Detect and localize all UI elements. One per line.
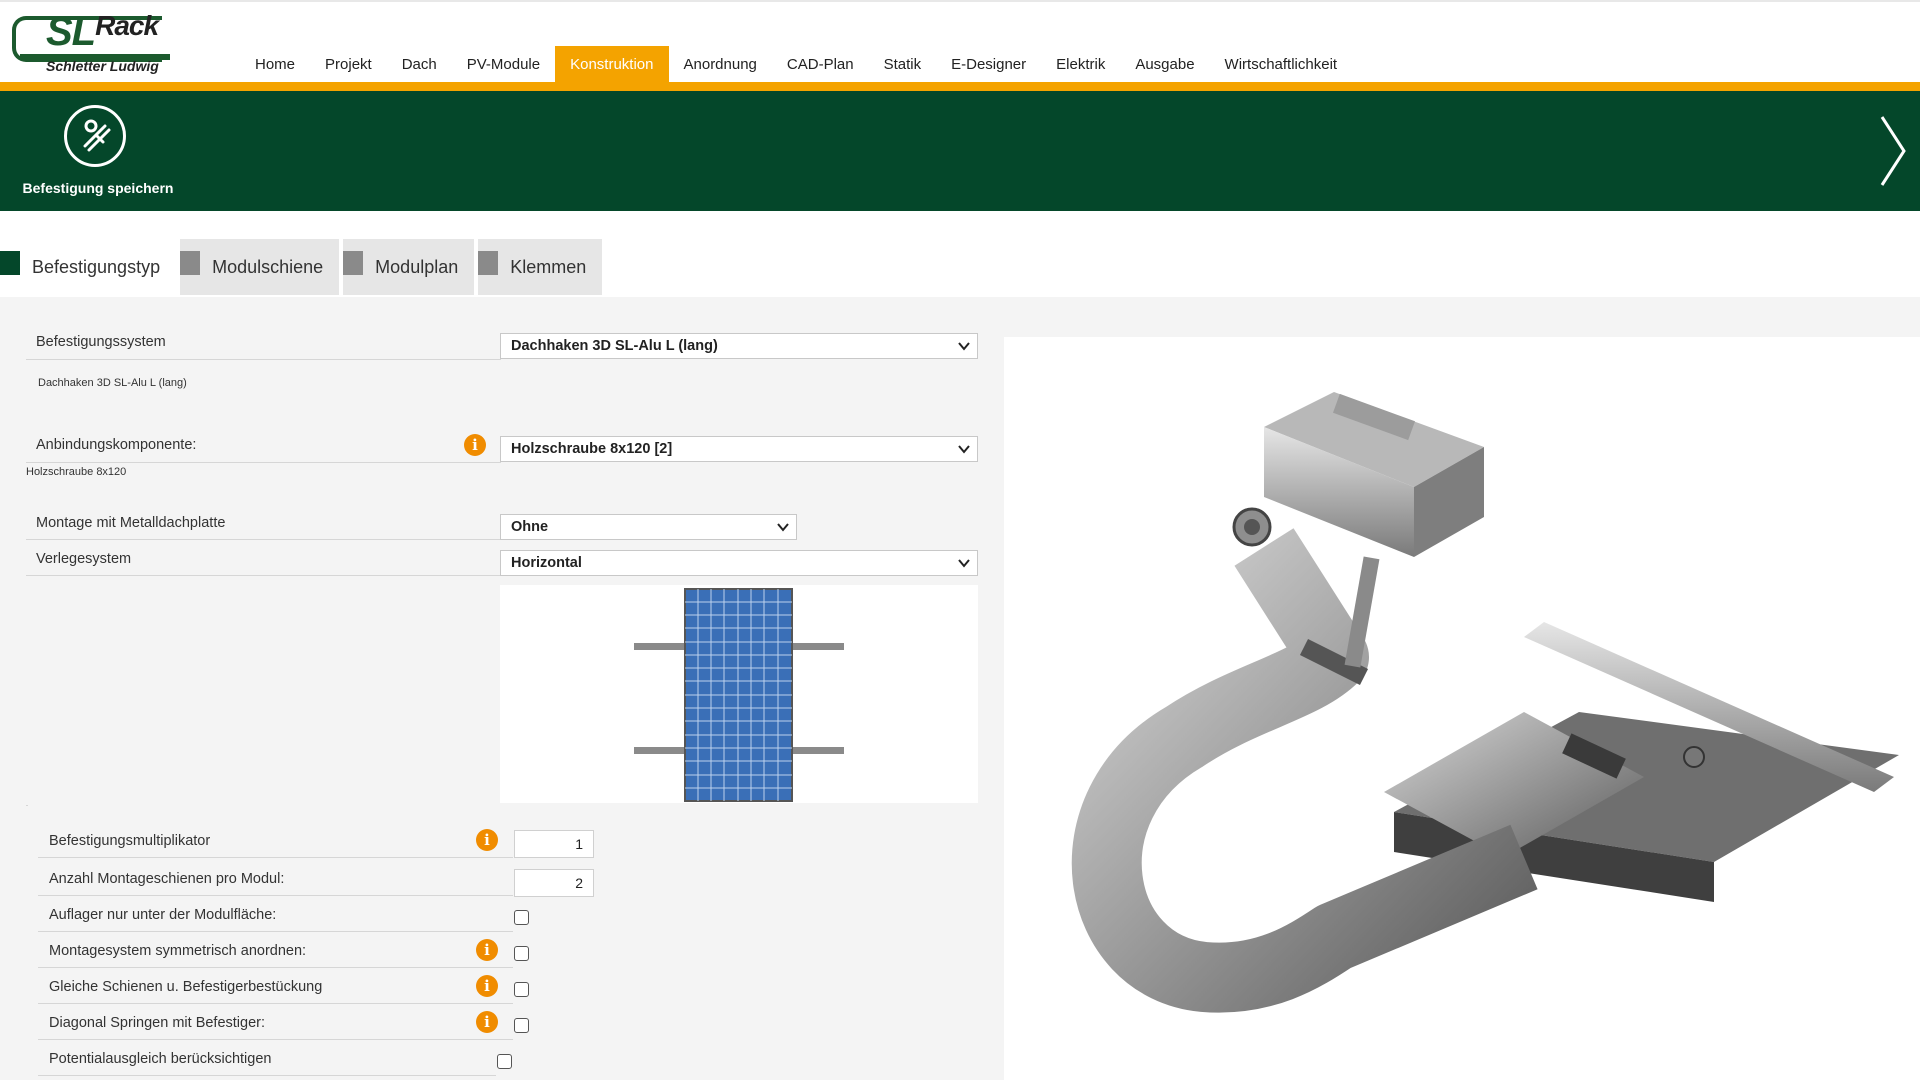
gleiche-schienen-info-icon[interactable]: i (476, 975, 498, 997)
row-divider (26, 539, 501, 540)
tab-modulschiene[interactable]: Modulschiene (180, 239, 340, 295)
anbindung-note: Holzschraube 8x120 (26, 466, 127, 478)
tab-modulplan[interactable]: Modulplan (343, 239, 475, 295)
anbindung-label: Anbindungskomponente: (36, 437, 197, 453)
form-content: Befestigungssystem Dachhaken 3D SL-Alu L… (0, 297, 1920, 1080)
check-label-symmetrisch: Montagesystem symmetrisch anordnen: (49, 943, 307, 959)
save-fastening-label: Befestigung speichern (22, 180, 174, 196)
anbindung-info-icon[interactable]: i (464, 434, 486, 456)
row-divider (38, 931, 513, 932)
row-divider (38, 895, 513, 896)
metalldach-label: Montage mit Metalldachplatte (36, 515, 226, 531)
multiplikator-label: Befestigungsmultiplikator (49, 833, 211, 849)
slrack-logo[interactable]: SLRack Schletter Ludwig (10, 10, 175, 78)
action-banner: Befestigung speichern (0, 91, 1920, 211)
symmetrisch-info-icon[interactable]: i (476, 939, 498, 961)
anzahl-schienen-input[interactable]: 2 (514, 869, 594, 897)
product-image-roof-hook (1004, 337, 1920, 1080)
chevron-right-icon[interactable] (1876, 113, 1910, 189)
gleiche-schienen-checkbox[interactable] (514, 982, 529, 997)
row-divider (26, 462, 501, 463)
chevron-down-icon (777, 523, 789, 532)
nav-ausgabe[interactable]: Ausgabe (1120, 46, 1209, 84)
row-divider (26, 359, 501, 360)
nav-wirtschaftlichkeit[interactable]: Wirtschaftlichkeit (1210, 46, 1353, 84)
nav-elektrik[interactable]: Elektrik (1041, 46, 1120, 84)
row-divider (38, 857, 513, 858)
chevron-down-icon (958, 559, 970, 568)
nav-projekt[interactable]: Projekt (310, 46, 387, 84)
nav-home[interactable]: Home (240, 46, 310, 84)
save-fastening-button[interactable]: Befestigung speichern (18, 103, 178, 203)
tab-befestigungstyp[interactable]: Befestigungstyp (0, 239, 177, 295)
nav-pv-module[interactable]: PV-Module (452, 46, 555, 84)
app-header: SLRack Schletter Ludwig Home Projekt Dac… (0, 0, 1920, 84)
verlegesystem-select[interactable]: Horizontal (500, 550, 978, 576)
row-divider (38, 1003, 513, 1004)
auflager-checkbox[interactable] (514, 910, 529, 925)
diagonal-checkbox[interactable] (514, 1018, 529, 1033)
sub-tabs: Befestigungstyp Modulschiene Modulplan K… (0, 239, 606, 295)
row-divider (38, 1075, 496, 1076)
multiplikator-input[interactable]: 1 (514, 830, 594, 858)
row-divider (26, 575, 501, 576)
metalldach-select[interactable]: Ohne (500, 514, 797, 540)
befestigungssystem-label: Befestigungssystem (36, 334, 166, 350)
tab-klemmen[interactable]: Klemmen (478, 239, 603, 295)
verlegesystem-preview (500, 585, 978, 803)
main-nav: Home Projekt Dach PV-Module Konstruktion… (240, 46, 1352, 84)
symmetrisch-checkbox[interactable] (514, 946, 529, 961)
row-divider (26, 805, 28, 806)
row-divider (38, 1039, 513, 1040)
anbindung-select[interactable]: Holzschraube 8x120 [2] (500, 436, 978, 462)
save-fastening-icon (64, 105, 126, 167)
nav-konstruktion[interactable]: Konstruktion (555, 46, 669, 84)
nav-statik[interactable]: Statik (869, 46, 937, 84)
tab-marker (0, 251, 20, 275)
nav-anordnung[interactable]: Anordnung (669, 46, 772, 84)
logo-brand: SLRack (46, 10, 159, 54)
potentialausgleich-checkbox[interactable] (497, 1054, 512, 1069)
row-divider (38, 967, 513, 968)
header-accent-bar (0, 82, 1920, 91)
befestigungssystem-note: Dachhaken 3D SL-Alu L (lang) (38, 377, 187, 389)
check-label-potentialausgleich: Potentialausgleich berücksichtigen (49, 1051, 272, 1067)
nav-cad-plan[interactable]: CAD-Plan (772, 46, 869, 84)
logo-subtitle: Schletter Ludwig (46, 58, 159, 74)
multiplikator-info-icon[interactable]: i (476, 829, 498, 851)
check-label-auflager: Auflager nur unter der Modulfläche: (49, 907, 277, 923)
nav-e-designer[interactable]: E-Designer (936, 46, 1041, 84)
tab-marker (343, 251, 364, 275)
check-label-diagonal: Diagonal Springen mit Befestiger: (49, 1015, 266, 1031)
chevron-down-icon (958, 342, 970, 351)
tab-marker (478, 251, 499, 275)
anzahl-schienen-label: Anzahl Montageschienen pro Modul: (49, 871, 285, 887)
nav-dach[interactable]: Dach (387, 46, 452, 84)
verlegesystem-label: Verlegesystem (36, 551, 132, 567)
chevron-down-icon (958, 445, 970, 454)
befestigungssystem-select[interactable]: Dachhaken 3D SL-Alu L (lang) (500, 333, 978, 359)
diagonal-info-icon[interactable]: i (476, 1011, 498, 1033)
check-label-gleiche-schienen: Gleiche Schienen u. Befestigerbestückung (49, 979, 323, 995)
tab-marker (180, 251, 201, 275)
